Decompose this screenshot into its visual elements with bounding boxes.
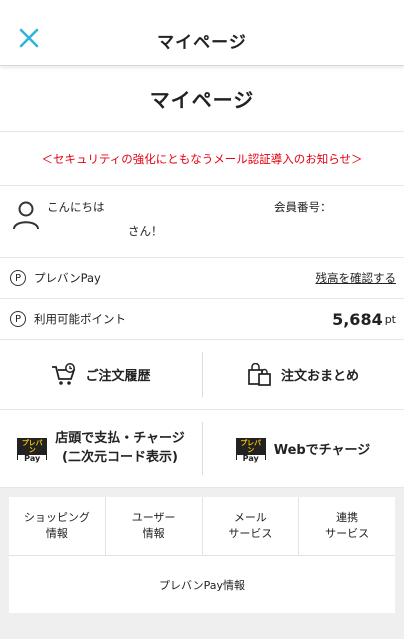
points-row: P 利用可能ポイント 5,684 pt: [0, 299, 404, 340]
order-history-label: ご注文履歴: [85, 369, 151, 384]
menu-label: 情報: [45, 527, 68, 540]
prebanpay-logo-icon: プレバン Pay: [17, 437, 48, 463]
points-value: 5,684: [332, 309, 383, 329]
greeting-suffix: さん！: [128, 224, 163, 238]
order-bundle-button[interactable]: 注文おまとめ: [202, 340, 404, 409]
mail-service-button[interactable]: メール サービス: [203, 497, 300, 555]
order-actions: ご注文履歴 注文おまとめ: [0, 340, 404, 410]
member-number-label: 会員番号：: [274, 200, 332, 214]
shopping-info-button[interactable]: ショッピング 情報: [9, 497, 106, 555]
logo-bottom-text: Pay: [236, 454, 265, 463]
user-icon: [13, 201, 39, 230]
menu-label: ユーザー: [131, 511, 176, 525]
logo-bottom-text: Pay: [18, 454, 47, 463]
menu-label: ショッピング: [23, 511, 90, 525]
order-bundle-label: 注文おまとめ: [280, 369, 359, 384]
order-history-button[interactable]: ご注文履歴: [0, 340, 202, 409]
cart-history-icon: [52, 362, 76, 385]
menu-label: メール: [233, 511, 267, 525]
pay-actions: プレバン Pay 店頭で支払・チャージ (二次元コード表示) プレバン Pay …: [0, 410, 404, 488]
points-icon: P: [10, 311, 26, 327]
web-charge-label: Webでチャージ: [273, 443, 371, 458]
logo-top-text: プレバン: [236, 438, 265, 455]
store-payment-sublabel: (二次元コード表示): [62, 449, 178, 465]
store-payment-label: 店頭で支払・チャージ: [55, 431, 185, 447]
points-icon: P: [10, 270, 26, 286]
header-title: マイページ: [157, 33, 247, 53]
shopping-bags-icon: [248, 362, 271, 386]
linked-service-button[interactable]: 連携 サービス: [299, 497, 395, 555]
user-greeting: こんにちは 会員番号： さん！: [0, 186, 404, 258]
menu-label: 情報: [142, 527, 165, 540]
points-label: 利用可能ポイント: [34, 312, 126, 326]
prepay-label: プレバンPay: [34, 271, 101, 285]
prebanpay-info-button[interactable]: プレバンPay情報: [9, 555, 395, 613]
points-unit: pt: [384, 312, 396, 326]
page-title: マイページ: [0, 66, 404, 132]
check-balance-link[interactable]: 残高を確認する: [316, 270, 397, 286]
web-charge-button[interactable]: プレバン Pay Webでチャージ: [202, 410, 404, 487]
header-bar: マイページ: [0, 0, 404, 66]
prebanpay-logo-icon: プレバン Pay: [235, 437, 266, 463]
logo-top-text: プレバン: [18, 438, 47, 455]
store-payment-button[interactable]: プレバン Pay 店頭で支払・チャージ (二次元コード表示): [0, 410, 202, 487]
security-notice-link[interactable]: ＜セキュリティの強化にともなうメール認証導入のお知らせ＞: [0, 132, 404, 186]
menu-label: サービス: [228, 527, 273, 540]
menu-label: サービス: [325, 527, 370, 540]
greeting-text: こんにちは: [47, 200, 105, 214]
service-menu: ショッピング 情報 ユーザー 情報 メール サービス 連携 サービス プレバンPay情報: [0, 488, 404, 639]
user-info-button[interactable]: ユーザー 情報: [106, 497, 203, 555]
prepay-row: P プレバンPay 残高を確認する: [0, 258, 404, 299]
menu-label: 連携: [336, 511, 359, 525]
